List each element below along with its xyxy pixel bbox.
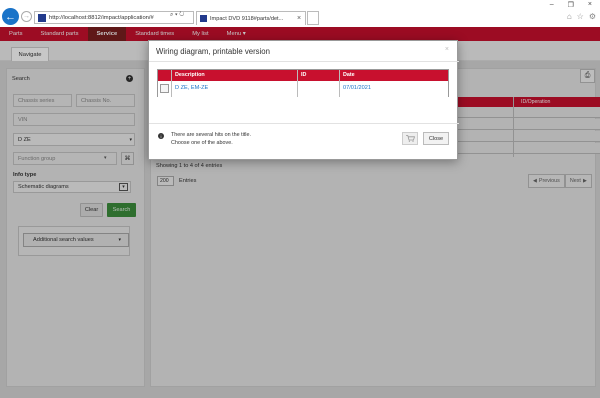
cart-icon (405, 135, 415, 142)
site-favicon-icon (38, 13, 46, 22)
home-icon[interactable]: ⌂ (567, 12, 572, 21)
forward-arrow-icon[interactable]: → (21, 11, 32, 22)
cart-button[interactable] (402, 132, 418, 145)
close-window-icon[interactable]: × (588, 1, 592, 9)
info-message-line2: Choose one of the above. (171, 139, 233, 146)
modal-footer-divider (149, 123, 459, 124)
close-button[interactable]: Close (423, 132, 449, 145)
modal-hits-table: Description ID Date D ZE, EM-ZE 07/01/20… (157, 69, 449, 97)
back-arrow-icon[interactable]: ← (2, 8, 19, 25)
tab-title: Impact DVD 9118#parts/det... (210, 15, 284, 22)
table-row[interactable]: D ZE, EM-ZE 07/01/2021 (158, 81, 448, 97)
tab-close-icon[interactable]: × (297, 15, 305, 22)
info-message: There are several hits on the title. Cho… (171, 132, 251, 147)
modal-table-header: Description ID Date (158, 70, 448, 81)
browser-tab[interactable]: Impact DVD 9118#parts/det... × (196, 11, 306, 25)
column-header-description: Description (175, 72, 205, 78)
column-divider (339, 70, 340, 97)
info-message-line1: There are several hits on the title. (171, 132, 252, 138)
window-controls: – ❐ × (550, 1, 592, 9)
row-description-link[interactable]: D ZE, EM-ZE (175, 85, 208, 91)
column-divider (171, 70, 172, 97)
settings-gear-icon[interactable]: ⚙ (589, 12, 596, 21)
tab-favicon-icon (200, 15, 207, 22)
column-divider (297, 70, 298, 97)
info-icon: i (158, 133, 164, 139)
modal-divider (149, 61, 459, 62)
column-header-date: Date (343, 72, 355, 78)
minimize-icon[interactable]: – (550, 1, 554, 9)
restore-icon[interactable]: ❐ (568, 1, 574, 9)
new-tab-button[interactable] (307, 11, 319, 25)
row-checkbox[interactable] (160, 84, 169, 93)
favorites-star-icon[interactable]: ☆ (577, 12, 584, 21)
row-date-link[interactable]: 07/01/2021 (343, 85, 371, 91)
column-header-id: ID (301, 72, 307, 78)
address-controls[interactable]: ⌕ ▾ ↻ (170, 12, 184, 19)
modal-title: Wiring diagram, printable version (156, 47, 270, 56)
modal-close-icon[interactable]: × (445, 46, 449, 53)
wiring-diagram-modal: Wiring diagram, printable version × Desc… (148, 40, 459, 160)
browser-tools: ⌂ ☆ ⚙ (567, 12, 596, 21)
address-url: http://localhost:8812/impact/application… (49, 14, 154, 21)
